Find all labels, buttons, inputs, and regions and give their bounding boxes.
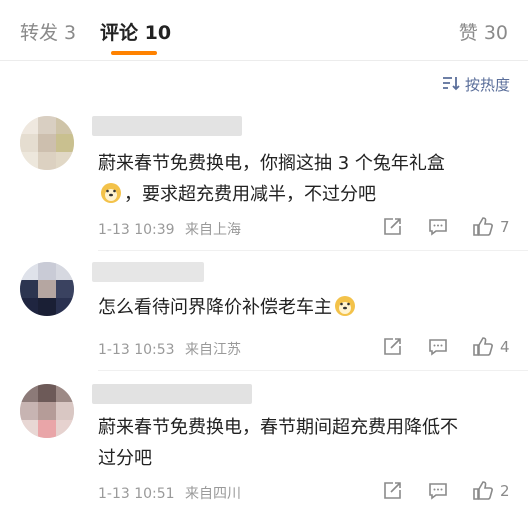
comment-text-line2: ，要求超充费用减半，不过分吧 bbox=[124, 184, 376, 205]
like-count: 4 bbox=[500, 338, 510, 356]
comment-text: 蔚来春节免费换电，你搁这抽 3 个兔年礼盒 ，要求超充费用减半，不过分吧 bbox=[98, 148, 510, 210]
sort-label: 按热度 bbox=[464, 76, 510, 94]
like-icon[interactable] bbox=[472, 480, 494, 502]
sort-icon bbox=[442, 75, 460, 95]
comment-time: 1-13 10:51 bbox=[98, 486, 175, 502]
comment-divider bbox=[98, 370, 528, 371]
comment-location: 来自四川 bbox=[185, 486, 242, 502]
like-icon[interactable] bbox=[472, 216, 494, 238]
sort-button[interactable]: 按热度 bbox=[442, 74, 510, 95]
avatar[interactable] bbox=[20, 262, 74, 316]
share-icon[interactable] bbox=[381, 216, 403, 238]
comment-meta: 1-13 10:53 来自江苏 bbox=[98, 339, 241, 359]
like-icon[interactable] bbox=[472, 336, 494, 358]
active-tab-indicator bbox=[111, 51, 157, 55]
comment-tabs: 转发 3 评论 10 赞 30 bbox=[0, 0, 528, 62]
tab-comments[interactable]: 评论 10 bbox=[100, 18, 171, 45]
username-blurred[interactable] bbox=[92, 262, 204, 282]
comment-text-line1: 蔚来春节免费换电，你搁这抽 3 个兔年礼盒 bbox=[98, 153, 445, 174]
like-count: 2 bbox=[500, 482, 510, 500]
reply-icon[interactable] bbox=[427, 216, 449, 238]
tab-reposts[interactable]: 转发 3 bbox=[20, 18, 76, 45]
comment-text: 蔚来春节免费换电，春节期间超充费用降低不 过分吧 bbox=[98, 412, 510, 474]
comment-meta: 1-13 10:39 来自上海 bbox=[98, 219, 241, 239]
comment-text-line2: 过分吧 bbox=[98, 448, 152, 469]
comment-meta: 1-13 10:51 来自四川 bbox=[98, 483, 241, 503]
like-count: 7 bbox=[500, 218, 510, 236]
share-icon[interactable] bbox=[381, 336, 403, 358]
share-icon[interactable] bbox=[381, 480, 403, 502]
comment-text-line1: 怎么看待问界降价补偿老车主 bbox=[98, 297, 332, 318]
comment-location: 来自江苏 bbox=[185, 342, 242, 358]
avatar[interactable] bbox=[20, 116, 74, 170]
avatar[interactable] bbox=[20, 384, 74, 438]
comment-text: 怎么看待问界降价补偿老车主 bbox=[98, 292, 510, 323]
comment-time: 1-13 10:53 bbox=[98, 342, 175, 358]
reply-icon[interactable] bbox=[427, 336, 449, 358]
doge-emoji-icon bbox=[334, 295, 356, 317]
tabs-divider bbox=[0, 60, 528, 61]
doge-emoji-icon bbox=[100, 182, 122, 204]
comment-time: 1-13 10:39 bbox=[98, 222, 175, 238]
comment-text-line1: 蔚来春节免费换电，春节期间超充费用降低不 bbox=[98, 417, 458, 438]
tab-likes[interactable]: 赞 30 bbox=[459, 18, 508, 45]
reply-icon[interactable] bbox=[427, 480, 449, 502]
username-blurred[interactable] bbox=[92, 384, 252, 404]
comment-divider bbox=[98, 250, 528, 251]
comment-location: 来自上海 bbox=[185, 222, 242, 238]
username-blurred[interactable] bbox=[92, 116, 242, 136]
